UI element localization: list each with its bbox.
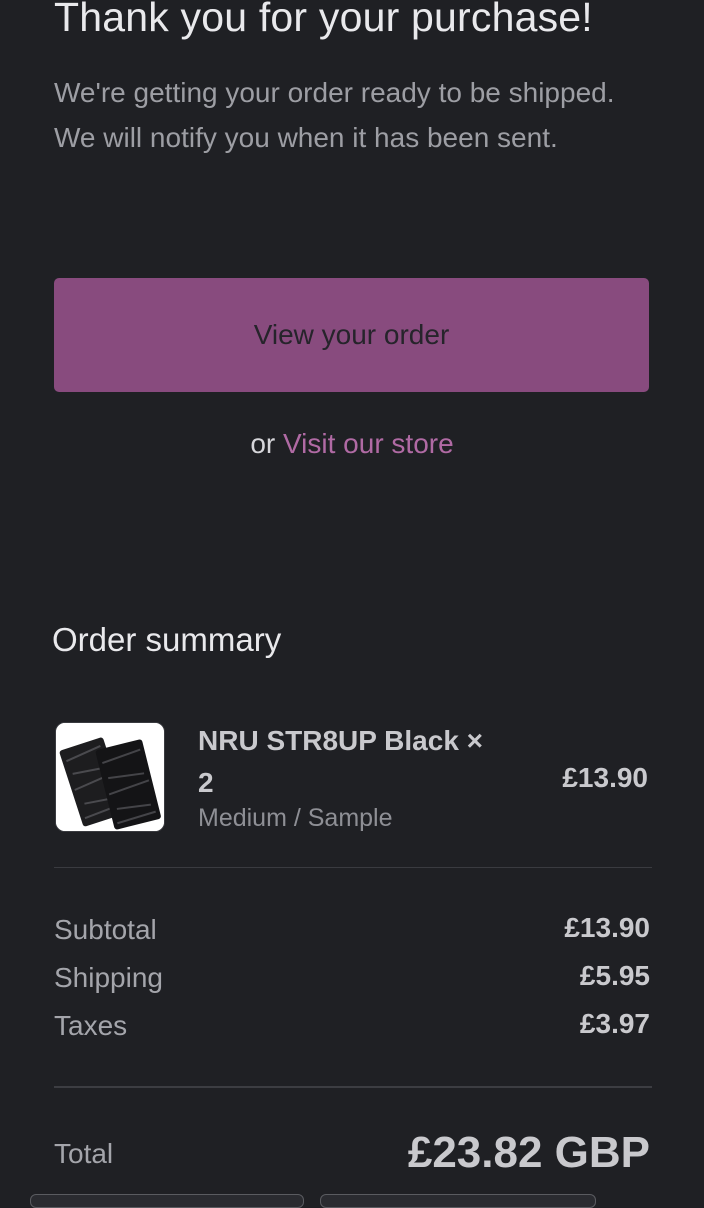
cost-label: Shipping [54, 962, 163, 993]
product-thumbnail [55, 722, 165, 832]
confirmation-message: We're getting your order ready to be shi… [54, 77, 615, 153]
cost-label: Taxes [54, 1010, 128, 1041]
bottom-bar-element [320, 1194, 596, 1208]
visit-store-link[interactable]: Visit our store [283, 428, 454, 459]
divider [54, 1086, 652, 1088]
order-confirmation-page: Thank you for your purchase! We're getti… [0, 0, 704, 1208]
black-pouch-product-image [56, 723, 164, 831]
total-value: £23.82 GBP [407, 1128, 650, 1177]
order-summary-title: Order summary [52, 621, 282, 658]
bottom-bar-element [30, 1194, 304, 1208]
page-title: Thank you for your purchase! [54, 0, 593, 40]
cost-label: Subtotal [54, 914, 157, 945]
or-text: or [250, 428, 276, 459]
cost-value: £5.95 [579, 960, 650, 991]
store-link-line: or Visit our store [0, 428, 704, 460]
cost-row-taxes: Taxes £3.97 [54, 1008, 650, 1050]
cost-row-shipping: Shipping £5.95 [54, 960, 650, 1002]
product-price: £13.90 [562, 762, 648, 793]
cost-row-subtotal: Subtotal £13.90 [54, 912, 650, 954]
product-name: NRU STR8UP Black × 2 [198, 725, 484, 798]
product-variant: Medium / Sample [198, 804, 393, 832]
view-order-button[interactable]: View your order [54, 278, 649, 392]
total-label: Total [54, 1138, 114, 1169]
divider [54, 867, 652, 868]
cost-value: £13.90 [564, 912, 650, 943]
cost-value: £3.97 [579, 1008, 650, 1039]
